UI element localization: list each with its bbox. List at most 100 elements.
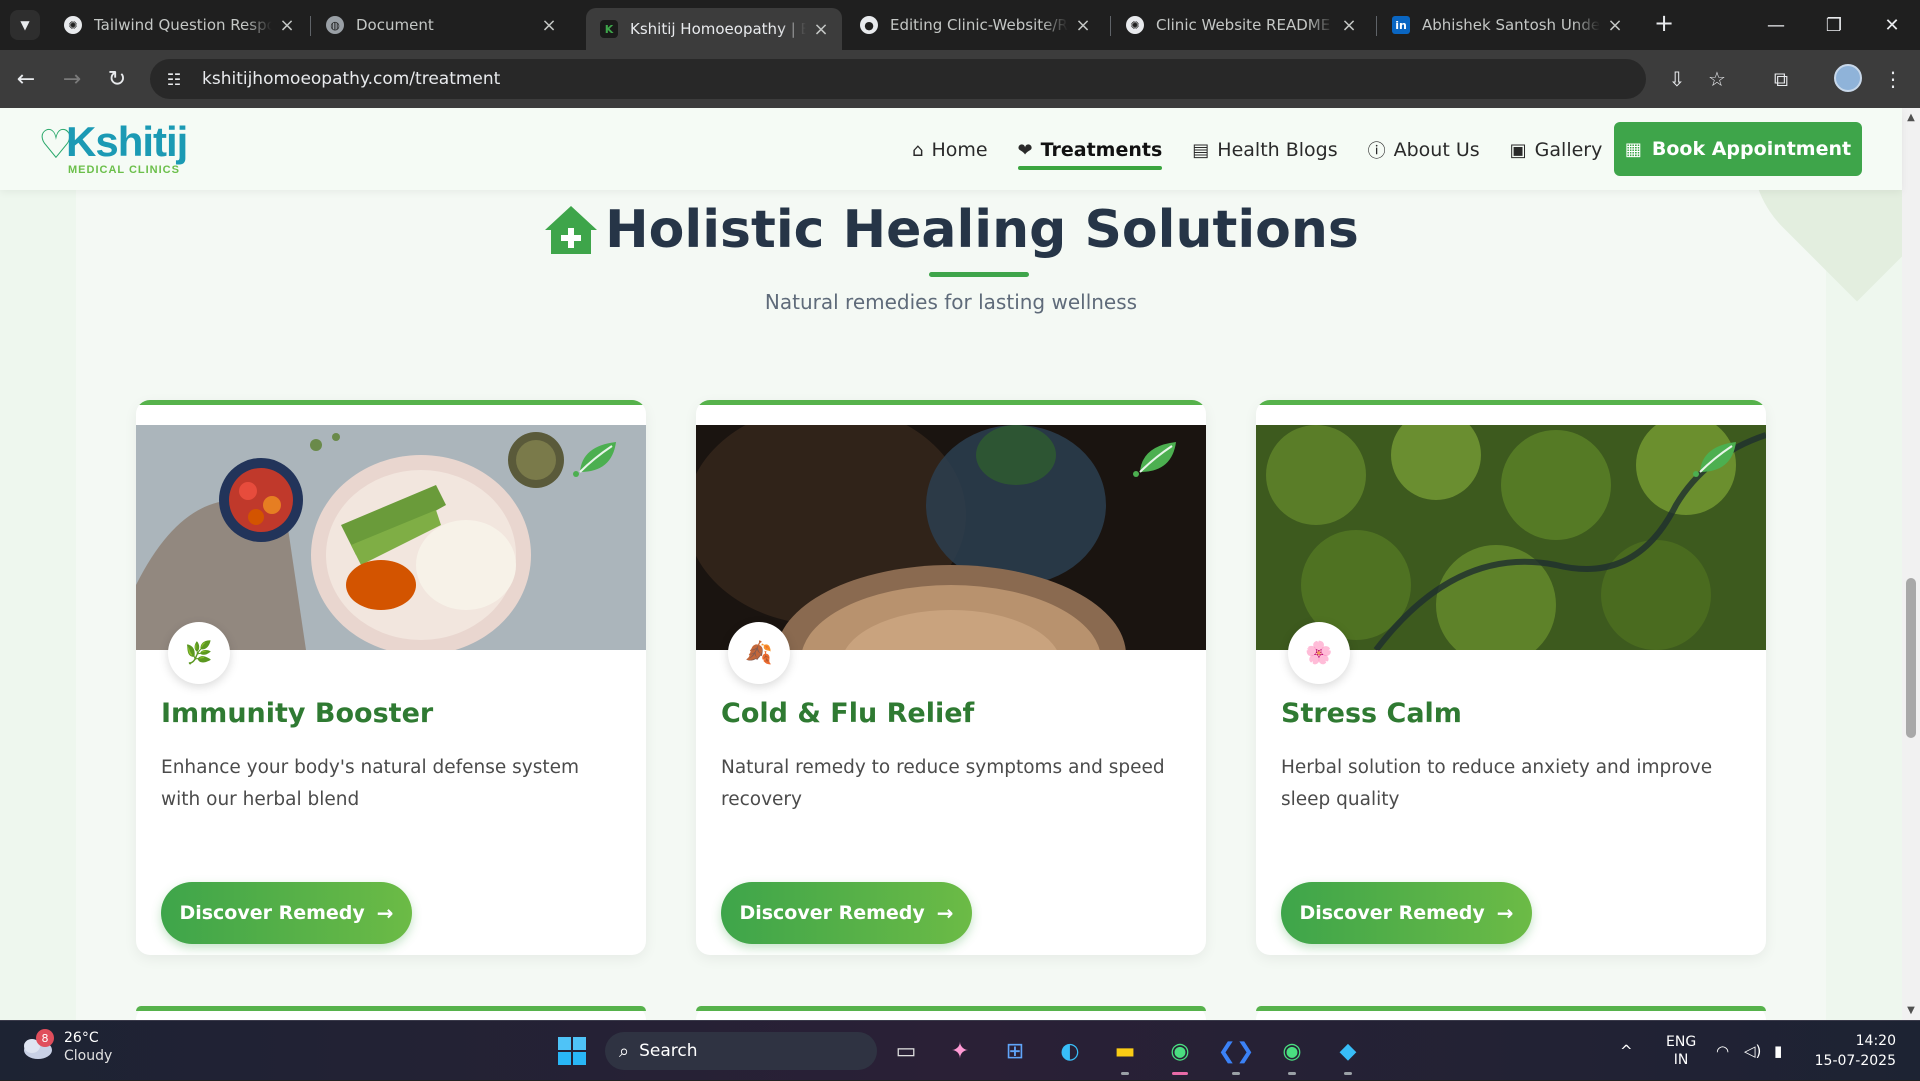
nav-treatments[interactable]: ❤ Treatments [1017, 130, 1163, 170]
running-indicator [1121, 1072, 1129, 1075]
logo-subtitle: MEDICAL CLINICS [68, 164, 180, 176]
profile-avatar[interactable] [1834, 64, 1862, 92]
vscode-icon[interactable]: ❮❯ [1216, 1031, 1256, 1075]
tab-0[interactable]: ✺ Tailwind Question Respons × [50, 8, 308, 42]
wifi-icon[interactable]: ◠ [1716, 1021, 1729, 1081]
clock-date: 15-07-2025 [1814, 1053, 1896, 1069]
gallery-icon: ▣ [1509, 139, 1527, 161]
close-icon[interactable]: × [1074, 15, 1092, 36]
tab-label: Clinic Website README Gu [1156, 16, 1334, 34]
chrome-profile-icon[interactable]: ◉ [1272, 1031, 1312, 1075]
discover-remedy-button[interactable]: Discover Remedy → [1281, 882, 1532, 944]
windows-start-icon[interactable] [552, 1031, 592, 1071]
file-explorer-icon[interactable]: ▬ [1105, 1031, 1145, 1075]
scrollbar-thumb[interactable] [1906, 578, 1916, 738]
language-indicator[interactable]: ENG IN [1666, 1021, 1696, 1081]
nav-label: Treatments [1040, 139, 1163, 161]
tab-label: Editing Clinic-Website/REA [890, 16, 1068, 34]
close-icon[interactable]: × [540, 15, 558, 36]
tab-2-active[interactable]: K Kshitij Homoeopathy | Best × [586, 8, 842, 50]
store-icon[interactable]: ⊞ [995, 1031, 1035, 1071]
page-scrollbar[interactable]: ▲ ▼ [1902, 108, 1920, 1020]
discover-remedy-button[interactable]: Discover Remedy → [721, 882, 972, 944]
lang-bottom: IN [1673, 1052, 1689, 1068]
tab-5[interactable]: in Abhishek Santosh Unde | L × [1378, 8, 1636, 42]
close-icon[interactable]: × [278, 15, 296, 36]
card-description: Herbal solution to reduce anxiety and im… [1281, 757, 1713, 810]
book-label: Book Appointment [1651, 138, 1852, 160]
treatment-card-cold-flu: 🍂 Cold & Flu Relief Natural remedy to re… [696, 400, 1206, 955]
bookmark-star-icon[interactable]: ☆ [1704, 66, 1730, 92]
address-bar[interactable]: ☷ kshitijhomoeopathy.com/treatment [150, 59, 1646, 99]
copilot-icon[interactable]: ✦ [940, 1031, 980, 1071]
extensions-icon[interactable]: ⧉ [1768, 66, 1794, 92]
section-subtitle: Natural remedies for lasting wellness [764, 290, 1138, 314]
nav-home[interactable]: ⌂ Home [912, 130, 988, 170]
tray-overflow-icon[interactable]: ^ [1620, 1021, 1633, 1081]
nav-gallery[interactable]: ▣ Gallery [1510, 130, 1603, 170]
browser-tabstrip: ▼ ✺ Tailwind Question Respons × ◍ Docume… [0, 0, 1920, 50]
discover-remedy-button[interactable]: Discover Remedy → [161, 882, 412, 944]
treatment-card-partial [1256, 1006, 1766, 1020]
reload-button[interactable]: ↻ [101, 63, 133, 95]
scroll-up-icon[interactable]: ▲ [1906, 112, 1916, 123]
close-icon[interactable]: × [1606, 15, 1624, 36]
running-indicator [1232, 1072, 1240, 1075]
nav-label: Health Blogs [1217, 139, 1338, 161]
battery-icon[interactable]: ▮ [1774, 1021, 1782, 1081]
nav-label: Home [931, 139, 988, 161]
title-underline [929, 272, 1029, 277]
arrow-right-icon: → [1496, 901, 1514, 925]
windows-taskbar: 8 26°C Cloudy ⌕ Search ▭ ✦ ⊞ ◐ ▬ ◉ ❮❯ ◉ … [0, 1020, 1920, 1080]
nav-about-us[interactable]: ⓘ About Us [1368, 130, 1480, 170]
nav-label: About Us [1393, 139, 1480, 161]
close-icon[interactable]: × [812, 19, 830, 40]
treatment-card-partial [136, 1006, 646, 1020]
close-window-button[interactable]: ✕ [1864, 0, 1920, 50]
forward-button[interactable]: → [56, 63, 88, 95]
card-image-coffee [696, 405, 1206, 745]
close-icon[interactable]: × [1340, 15, 1358, 36]
tab-4[interactable]: ✺ Clinic Website README Gu × [1112, 8, 1370, 42]
weather-widget[interactable]: 8 26°C Cloudy [20, 1029, 112, 1065]
site-info-icon[interactable]: ☷ [154, 59, 194, 99]
back-button[interactable]: ← [10, 63, 42, 95]
menu-icon[interactable]: ⋮ [1880, 66, 1906, 92]
weather-condition: Cloudy [64, 1048, 113, 1064]
url-text[interactable]: kshitijhomoeopathy.com/treatment [202, 69, 500, 89]
flower-icon: 🌸 [1288, 622, 1350, 684]
app-icon[interactable]: ◆ [1328, 1031, 1368, 1075]
search-label: Search [639, 1041, 698, 1061]
tab-3[interactable]: ● Editing Clinic-Website/REA × [846, 8, 1104, 42]
system-clock[interactable]: 14:20 15-07-2025 [1812, 1031, 1896, 1071]
new-tab-button[interactable]: + [1650, 10, 1678, 38]
volume-icon[interactable]: ◁) [1744, 1021, 1761, 1081]
taskbar-search[interactable]: ⌕ Search [605, 1032, 877, 1070]
task-view-icon[interactable]: ▭ [886, 1031, 926, 1071]
tab-search-button[interactable]: ▼ [10, 10, 40, 40]
card-title: Cold & Flu Relief [721, 698, 975, 729]
tab-label: Document [356, 16, 434, 34]
install-app-icon[interactable]: ⇩ [1664, 66, 1690, 92]
card-description: Enhance your body's natural defense syst… [161, 757, 580, 810]
arrow-right-icon: → [936, 901, 954, 925]
site-logo[interactable]: ♡ Kshitij MEDICAL CLINICS [38, 118, 198, 178]
book-appointment-button[interactable]: ▦ Book Appointment [1614, 122, 1862, 176]
treatment-card-immunity: 🌿 Immunity Booster Enhance your body's n… [136, 400, 646, 955]
chrome-icon[interactable]: ◉ [1160, 1031, 1200, 1075]
nav-health-blogs[interactable]: ▤ Health Blogs [1192, 130, 1337, 170]
edge-icon[interactable]: ◐ [1050, 1031, 1090, 1071]
tab-label: Kshitij Homoeopathy | Best [630, 20, 806, 38]
document-icon: ▤ [1192, 139, 1210, 161]
card-title: Stress Calm [1281, 698, 1462, 729]
info-icon: ⓘ [1367, 141, 1386, 162]
restore-button[interactable]: ❐ [1806, 0, 1862, 50]
scroll-down-icon[interactable]: ▼ [1906, 1005, 1916, 1016]
globe-icon: ◍ [326, 16, 344, 34]
tab-separator [1110, 16, 1111, 36]
github-icon: ● [860, 16, 878, 34]
tab-1[interactable]: ◍ Document × [312, 8, 570, 42]
cta-label: Discover Remedy [739, 902, 925, 924]
minimize-button[interactable]: — [1748, 0, 1804, 50]
logo-wordmark: Kshitij [66, 118, 188, 165]
